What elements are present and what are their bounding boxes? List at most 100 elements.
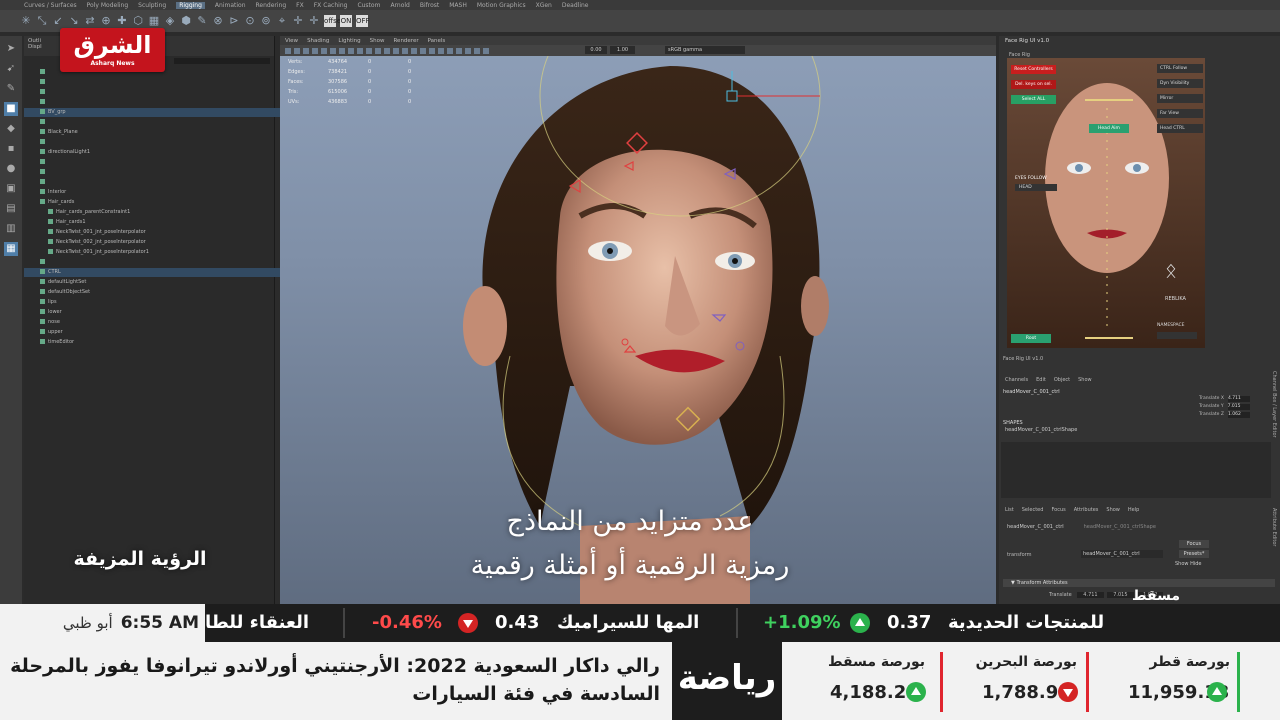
attribute-editor-menu-item[interactable]: Help: [1128, 507, 1139, 513]
maya-menu-tab[interactable]: MASH: [449, 2, 467, 9]
outliner-item[interactable]: [24, 78, 286, 87]
camera-icon[interactable]: [285, 47, 291, 54]
constraint-point-icon[interactable]: ⊗: [212, 15, 224, 27]
translate-x-field[interactable]: 4.711: [1077, 592, 1104, 598]
viewport-menu-item[interactable]: Panels: [428, 38, 446, 44]
soft-mod-icon[interactable]: ●: [4, 162, 18, 176]
outliner-item[interactable]: NeckTwist_001_jnt_poseInterpolator: [24, 228, 294, 237]
outliner-item[interactable]: [24, 258, 286, 267]
outliner-item[interactable]: defaultObjectSet: [24, 288, 286, 297]
viewport-menu-item[interactable]: Shading: [307, 38, 329, 44]
mirror-joint-icon[interactable]: ⇄: [84, 15, 96, 27]
lattice-icon[interactable]: ▦: [148, 15, 160, 27]
show-button[interactable]: Show: [1175, 561, 1189, 567]
maya-menu-tab[interactable]: Arnold: [390, 2, 409, 9]
channel-box-menu-item[interactable]: Object: [1054, 377, 1070, 383]
outliner-item[interactable]: Hair_cards_parentConstraint1: [24, 208, 294, 217]
viewport-menu-item[interactable]: Renderer: [393, 38, 418, 44]
attribute-editor-menu-item[interactable]: List: [1005, 507, 1014, 513]
outliner-item[interactable]: Black_Plane: [24, 128, 286, 137]
outliner-item[interactable]: Interior: [24, 188, 286, 197]
lasso-icon[interactable]: ➹: [4, 62, 18, 76]
on-icon[interactable]: ON: [340, 15, 352, 27]
translate-x-row[interactable]: Translate X 4.711: [1199, 396, 1250, 402]
xray-active-icon[interactable]: [483, 47, 489, 54]
outliner-item[interactable]: [24, 158, 286, 167]
off-icon[interactable]: OFF: [356, 15, 370, 27]
outliner-item[interactable]: [24, 88, 286, 97]
outliner-search-input[interactable]: [174, 58, 270, 64]
maya-menu-tab[interactable]: Custom: [357, 2, 380, 9]
constraint-orient-icon[interactable]: ⊙: [244, 15, 256, 27]
maya-menu-tab[interactable]: Deadline: [562, 2, 589, 9]
viewport-menu-item[interactable]: Show: [370, 38, 385, 44]
shape-node[interactable]: headMover_C_001_ctrlShape: [1005, 427, 1077, 433]
select-arrow-icon[interactable]: ➤: [4, 42, 18, 56]
root-button[interactable]: Root: [1011, 334, 1051, 343]
outliner-item[interactable]: defaultLightSet: [24, 278, 286, 287]
outliner-item[interactable]: [24, 118, 286, 127]
ik-handle-icon[interactable]: ↙: [52, 15, 64, 27]
outliner-item[interactable]: BV_grp: [24, 108, 286, 117]
textured-icon[interactable]: [402, 47, 408, 54]
maya-menu-tab[interactable]: Rendering: [256, 2, 287, 9]
select-all-button[interactable]: Select ALL: [1011, 95, 1056, 104]
translate-y-field[interactable]: 7.015: [1107, 592, 1134, 598]
ctrl-follow-checkbox[interactable]: CTRL Follow: [1157, 64, 1203, 73]
attribute-editor-menu-item[interactable]: Attributes: [1074, 507, 1099, 513]
xray-joints-icon[interactable]: [474, 47, 480, 54]
attribute-editor-menu-item[interactable]: Focus: [1051, 507, 1065, 513]
attribute-editor-side-tab[interactable]: Attribute Editor: [1271, 508, 1277, 546]
maya-menu-tab[interactable]: Animation: [215, 2, 246, 9]
maya-menu-tab[interactable]: Motion Graphics: [477, 2, 526, 9]
default-material-icon[interactable]: [393, 47, 399, 54]
scale-tool-icon[interactable]: ▪: [4, 142, 18, 156]
far-view-checkbox[interactable]: Far View: [1157, 109, 1203, 118]
head-ctrl-checkbox[interactable]: Head CTRL: [1157, 124, 1203, 133]
maya-menu-tab[interactable]: Poly Modeling: [87, 2, 129, 9]
isolate-icon[interactable]: [456, 47, 462, 54]
move-tool-icon[interactable]: ■: [4, 102, 18, 116]
camera-attr-icon[interactable]: [294, 47, 300, 54]
namespace-dropdown[interactable]: [1157, 332, 1197, 339]
safe-action-icon[interactable]: [366, 47, 372, 54]
paint-select-icon[interactable]: ✎: [4, 82, 18, 96]
outliner-item[interactable]: directionalLight1: [24, 148, 286, 157]
field-chart-icon[interactable]: [357, 47, 363, 54]
blendshape-icon[interactable]: ◈: [164, 15, 176, 27]
rivet-icon[interactable]: ⌖: [276, 15, 288, 27]
transform-name-field[interactable]: headMover_C_001_ctrl: [1081, 550, 1163, 558]
outliner-item[interactable]: lower: [24, 308, 286, 317]
outliner-item[interactable]: [24, 138, 286, 147]
ambient-occlusion-icon[interactable]: [429, 47, 435, 54]
resolution-gate-icon[interactable]: [339, 47, 345, 54]
channel-box-menu-item[interactable]: Edit: [1036, 377, 1046, 383]
film-gate-icon[interactable]: [330, 47, 336, 54]
outliner-item[interactable]: upper: [24, 328, 286, 337]
viewport-menu-item[interactable]: Lighting: [338, 38, 360, 44]
presets-button[interactable]: Presets*: [1179, 550, 1209, 558]
attribute-editor-menu-item[interactable]: Show: [1106, 507, 1120, 513]
focus-button[interactable]: Focus: [1179, 540, 1209, 548]
xray-icon[interactable]: [465, 47, 471, 54]
attribute-editor-menu-item[interactable]: Selected: [1022, 507, 1044, 513]
outliner-item[interactable]: CTRL: [24, 268, 286, 277]
outliner-item[interactable]: NeckTwist_001_jnt_poseInterpolator1: [24, 248, 294, 257]
outliner-item[interactable]: Hair_cards: [24, 198, 286, 207]
outliner-item[interactable]: [24, 168, 286, 177]
tab-shape-node[interactable]: headMover_C_001_ctrlShape: [1084, 524, 1156, 530]
outliner-item[interactable]: lips: [24, 298, 286, 307]
constraint-parent-icon[interactable]: ⊚: [260, 15, 272, 27]
add-locator-icon[interactable]: ✛: [308, 15, 320, 27]
channel-box-node[interactable]: headMover_C_001_ctrl: [1003, 389, 1060, 395]
constraint-aim-icon[interactable]: ⊳: [228, 15, 240, 27]
reset-controllers-button[interactable]: Reset Controllers: [1011, 65, 1056, 74]
wireframe-icon[interactable]: [375, 47, 381, 54]
maya-menu-tab[interactable]: Curves / Surfaces: [24, 2, 77, 9]
select-tool-icon[interactable]: ✳: [20, 15, 32, 27]
add-attribute-icon[interactable]: ✛: [292, 15, 304, 27]
delete-keys-button[interactable]: Del. keys on sel.: [1011, 80, 1056, 89]
maya-menu-tab[interactable]: Rigging: [176, 1, 205, 9]
gamma-field[interactable]: 1.00: [610, 46, 635, 54]
colorspace-dropdown[interactable]: sRGB gamma: [665, 46, 745, 54]
